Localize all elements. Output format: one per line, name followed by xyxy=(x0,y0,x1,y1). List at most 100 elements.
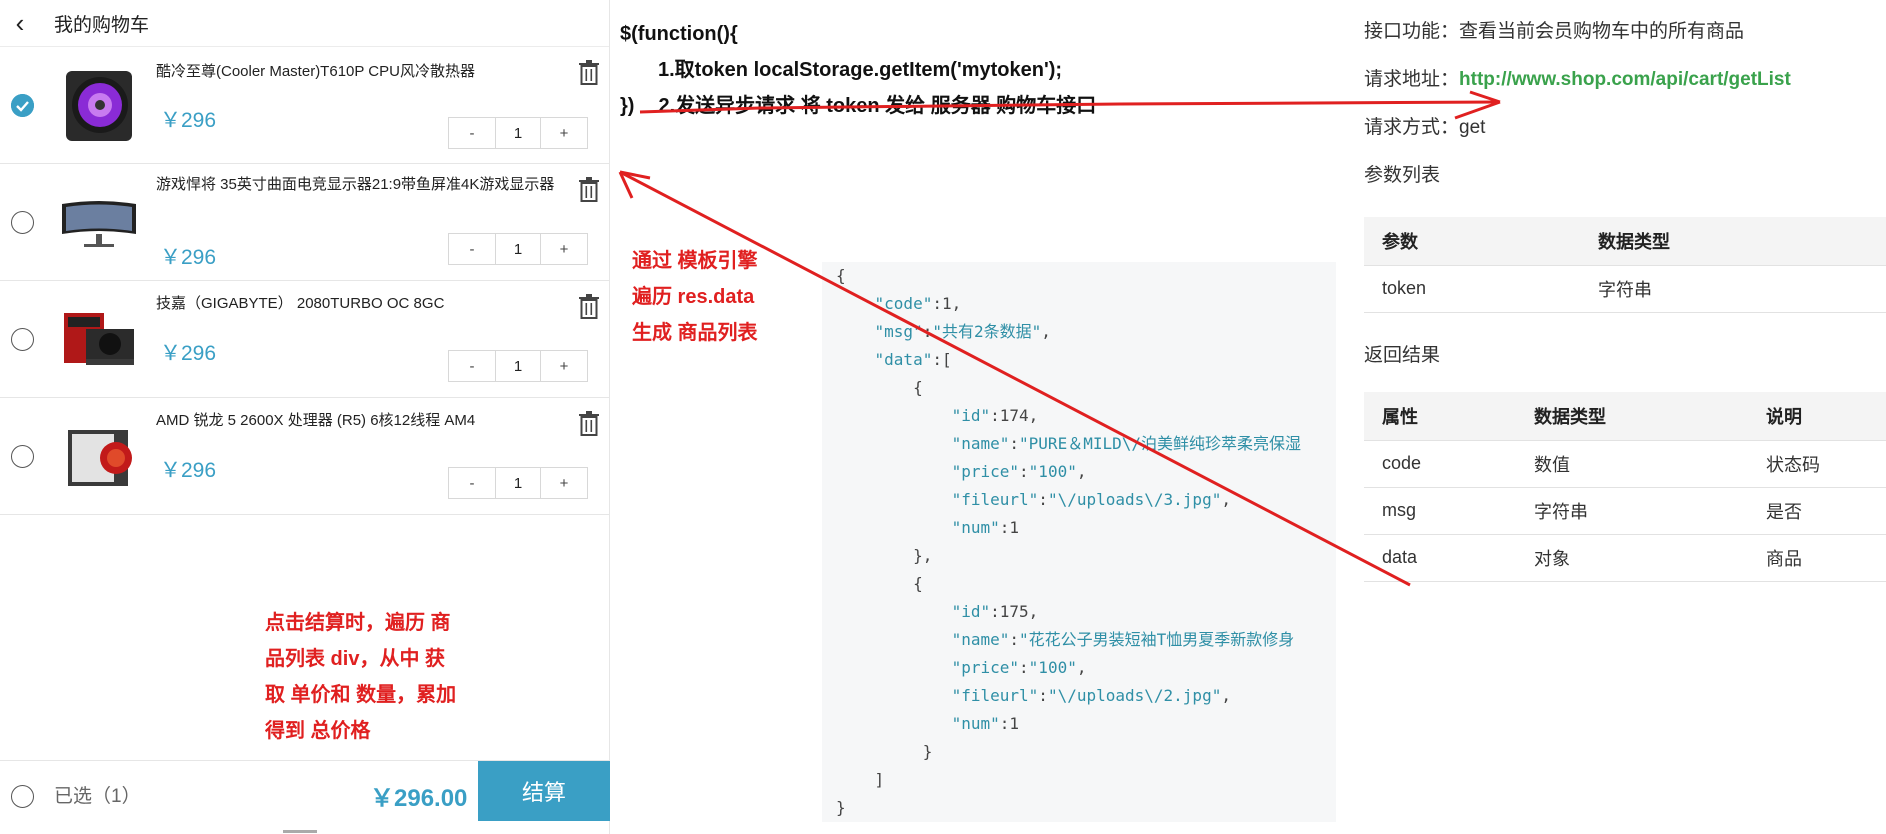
product-image-cpu-cooler[interactable] xyxy=(58,65,140,147)
json-value: "100" xyxy=(1028,658,1077,677)
item-checkbox[interactable] xyxy=(11,94,34,117)
item-checkbox[interactable] xyxy=(11,445,34,468)
json-value: "PURE＆MILD\/泊美鲜纯珍萃柔亮保湿 xyxy=(1019,434,1301,453)
api-url-row: 请求地址：http://www.shop.com/api/cart/getLis… xyxy=(1364,62,1886,110)
trash-icon[interactable] xyxy=(578,59,600,85)
table-cell: 是否 xyxy=(1748,487,1886,535)
select-all-checkbox[interactable] xyxy=(11,785,34,808)
product-price: ￥296 xyxy=(160,342,217,365)
quantity-value[interactable]: 1 xyxy=(495,351,541,381)
json-value: 1 xyxy=(1009,714,1020,733)
total-price: ￥296.00 xyxy=(370,785,468,812)
result-header: 属性 xyxy=(1364,392,1516,441)
json-value: 1 xyxy=(1009,518,1020,537)
params-header: 参数 xyxy=(1364,217,1580,266)
decrease-button[interactable]: - xyxy=(449,234,495,264)
api-method-value: get xyxy=(1459,117,1486,138)
template-note-line: 遍历 res.data xyxy=(632,286,755,308)
table-row: msg 字符串 是否 xyxy=(1364,487,1886,535)
json-value: :1, xyxy=(932,294,962,313)
table-cell: msg xyxy=(1364,487,1516,535)
quantity-stepper: - 1 + xyxy=(448,350,588,382)
table-cell: 对象 xyxy=(1516,534,1748,582)
api-function-label: 接口功能： xyxy=(1364,21,1460,42)
code-closing-brace: }) xyxy=(620,95,635,117)
json-value: "\/uploads\/3.jpg" xyxy=(1047,490,1222,509)
trash-icon[interactable] xyxy=(578,176,600,202)
item-checkbox[interactable] xyxy=(11,211,34,234)
product-image-cpu-box[interactable] xyxy=(58,416,140,498)
result-title: 返回结果 xyxy=(1364,345,1441,366)
api-method-label: 请求方式： xyxy=(1364,117,1460,138)
code-line-3-text: 2.发送异步请求 将 token 发给 服务器 购物车接口 xyxy=(658,95,1097,117)
table-row: data 对象 商品 xyxy=(1364,534,1886,582)
json-response-sample: { "code":1, "msg":"共有2条数据", "data":[ { "… xyxy=(822,262,1336,822)
api-function-value: 查看当前会员购物车中的所有商品 xyxy=(1459,21,1745,42)
decrease-button[interactable]: - xyxy=(449,468,495,498)
params-table: 参数 数据类型 token 字符串 xyxy=(1364,217,1886,313)
checkout-note-line: 得到 总价格 xyxy=(265,720,371,742)
product-image-monitor[interactable] xyxy=(58,182,140,264)
json-value: "共有2条数据" xyxy=(932,322,1042,341)
checkout-note-line: 取 单价和 数量，累加 xyxy=(265,684,457,706)
product-name[interactable]: 酷冷至尊(Cooler Master)T610P CPU风冷散热器 xyxy=(156,61,556,82)
quantity-value[interactable]: 1 xyxy=(495,118,541,148)
json-code: { "code":1, "msg":"共有2条数据", "data":[ { "… xyxy=(836,266,1301,817)
quantity-stepper: - 1 + xyxy=(448,233,588,265)
api-url-label: 请求地址： xyxy=(1364,69,1460,90)
home-indicator xyxy=(283,830,317,833)
code-line-2: 1.取token localStorage.getItem('mytoken')… xyxy=(658,59,1063,81)
table-cell: 字符串 xyxy=(1516,487,1748,535)
checkout-button[interactable]: 结算 xyxy=(478,761,610,821)
quantity-value[interactable]: 1 xyxy=(495,234,541,264)
decrease-button[interactable]: - xyxy=(449,118,495,148)
params-header: 数据类型 xyxy=(1580,217,1886,266)
selected-count: 已选（1） xyxy=(54,786,141,807)
result-header: 说明 xyxy=(1748,392,1886,441)
json-key: "data" xyxy=(874,350,933,369)
cart-item: AMD 锐龙 5 2600X 处理器 (R5) 6核12线程 AM4 ￥296 … xyxy=(0,398,610,515)
api-url-link[interactable]: http://www.shop.com/api/cart/getList xyxy=(1459,69,1791,90)
item-checkbox[interactable] xyxy=(11,328,34,351)
json-value: "\/uploads\/2.jpg" xyxy=(1047,686,1222,705)
code-line-3: }) 2.发送异步请求 将 token 发给 服务器 购物车接口 xyxy=(620,88,1096,124)
table-cell: token xyxy=(1364,265,1580,313)
quantity-value[interactable]: 1 xyxy=(495,468,541,498)
product-name[interactable]: 技嘉（GIGABYTE） 2080TURBO OC 8GC xyxy=(156,293,556,314)
template-note-line: 通过 模板引擎 xyxy=(632,250,758,272)
trash-icon[interactable] xyxy=(578,293,600,319)
table-cell: 字符串 xyxy=(1580,265,1886,313)
params-title: 参数列表 xyxy=(1364,165,1441,186)
json-value: "100" xyxy=(1028,462,1077,481)
code-line-1: $(function(){ xyxy=(620,23,738,45)
table-cell: 数值 xyxy=(1516,440,1748,488)
checkout-note-line: 点击结算时，遍历 商 xyxy=(265,612,451,634)
json-value: 174 xyxy=(999,406,1029,425)
trash-icon[interactable] xyxy=(578,410,600,436)
increase-button[interactable]: + xyxy=(541,118,587,148)
table-cell: 商品 xyxy=(1748,534,1886,582)
template-note-line: 生成 商品列表 xyxy=(632,322,758,344)
decrease-button[interactable]: - xyxy=(449,351,495,381)
json-value: "花花公子男装短袖T恤男夏季新款修身 xyxy=(1019,630,1295,649)
code-annotation: $(function(){ 1.取token localStorage.getI… xyxy=(620,16,1096,124)
table-cell: data xyxy=(1364,534,1516,582)
product-price: ￥296 xyxy=(160,459,217,482)
cart-header: ‹ 我的购物车 xyxy=(0,0,609,47)
result-header: 数据类型 xyxy=(1516,392,1748,441)
api-function-row: 接口功能：查看当前会员购物车中的所有商品 xyxy=(1364,14,1886,62)
result-table: 属性 数据类型 说明 code 数值 状态码 msg 字符串 是否 data 对… xyxy=(1364,392,1886,582)
arrow-to-cart-head-1 xyxy=(618,171,634,199)
increase-button[interactable]: + xyxy=(541,468,587,498)
table-row: code 数值 状态码 xyxy=(1364,440,1886,488)
product-image-graphics-card[interactable] xyxy=(58,299,140,381)
increase-button[interactable]: + xyxy=(541,234,587,264)
increase-button[interactable]: + xyxy=(541,351,587,381)
product-name[interactable]: AMD 锐龙 5 2600X 处理器 (R5) 6核12线程 AM4 xyxy=(156,410,556,431)
product-name[interactable]: 游戏悍将 35英寸曲面电竞显示器21:9带鱼屏准4K游戏显示器 xyxy=(156,174,556,195)
json-value: 175 xyxy=(999,602,1029,621)
back-icon[interactable]: ‹ xyxy=(0,0,40,47)
checkout-note-line: 品列表 div，从中 获 xyxy=(265,648,446,670)
api-method-row: 请求方式：get xyxy=(1364,110,1886,158)
table-cell: code xyxy=(1364,440,1516,488)
